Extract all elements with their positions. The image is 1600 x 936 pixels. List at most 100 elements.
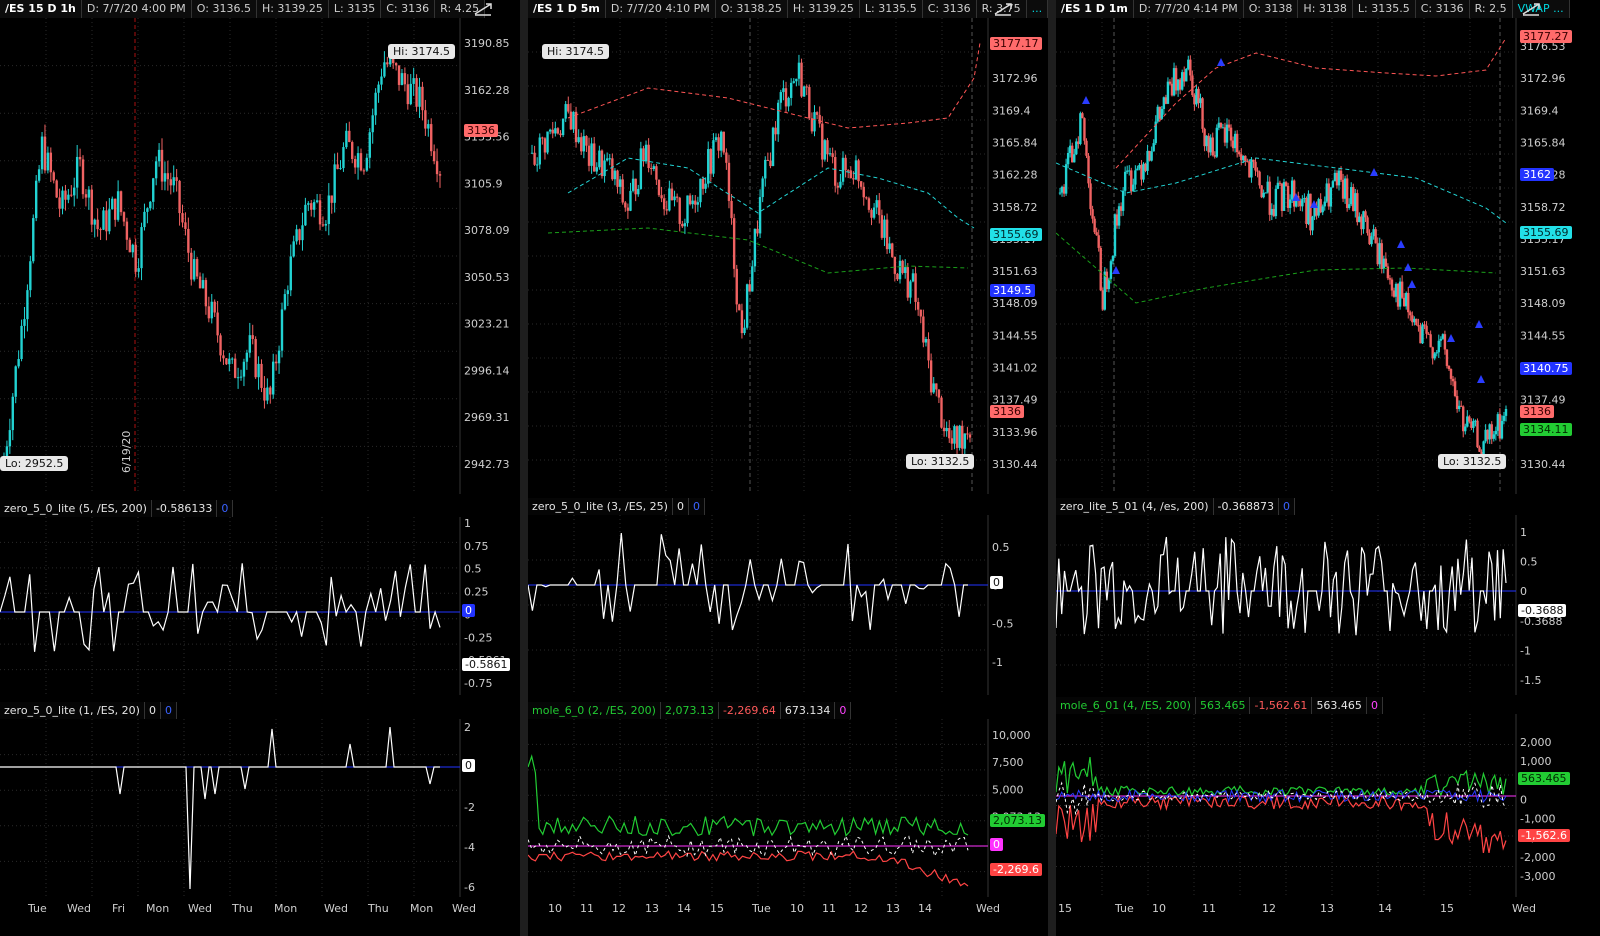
candle-body	[1064, 164, 1068, 194]
candle-body	[683, 223, 687, 227]
candle-body	[701, 178, 705, 189]
candle-body	[748, 284, 751, 292]
candle-body	[11, 396, 14, 431]
candle-body	[554, 128, 557, 134]
high-readout: H: 3139.25	[257, 0, 329, 18]
candle-body	[166, 173, 170, 180]
hi-label: Hi: 3174.5	[542, 44, 610, 59]
candle-body	[1400, 281, 1404, 298]
time-axis-label: 10	[790, 902, 804, 915]
price-tick-label: 0.25	[464, 586, 489, 599]
price-tag: 3177.17	[990, 37, 1042, 50]
candle-body	[841, 157, 845, 182]
value-tag: -0.3688	[1518, 604, 1567, 617]
signal-arrow-icon	[1217, 58, 1225, 66]
price-tag: 3162	[1520, 168, 1554, 181]
candle-body	[1256, 170, 1259, 172]
candle-body	[756, 228, 759, 234]
candle-body	[942, 427, 946, 432]
signal-arrow-icon	[1404, 263, 1412, 271]
candle-body	[901, 260, 904, 273]
candle-body	[657, 179, 661, 196]
candle-body	[61, 190, 64, 209]
indicator-name[interactable]: zero_5_0_lite (1, /ES, 20)	[0, 702, 145, 719]
candle-body	[409, 83, 412, 105]
candle-body	[717, 137, 720, 151]
time-axis-label: Wed	[324, 902, 348, 915]
candle-body	[704, 183, 707, 189]
price-tick-label: 2,000	[1520, 736, 1552, 749]
indicator-value: -0.586133	[152, 500, 218, 517]
open-readout: O: 3138.25	[716, 0, 788, 18]
candle-body	[1374, 229, 1377, 244]
indicator-name[interactable]: mole_6_0 (2, /ES, 200)	[528, 702, 661, 719]
candle-body	[1262, 192, 1265, 198]
indicator-name[interactable]: mole_6_01 (4, /ES, 200)	[1056, 697, 1196, 714]
time-axis-label: Mon	[274, 902, 298, 915]
candle-body	[932, 383, 935, 393]
price-chart-pane[interactable]: 3190.853162.283133.563105.93078.093050.5…	[0, 18, 520, 494]
candle-body	[377, 84, 380, 93]
candle-body	[1409, 312, 1412, 316]
candle-body	[272, 361, 275, 395]
panel-divider[interactable]	[1048, 0, 1056, 936]
drawing-tool-icon[interactable]	[472, 1, 494, 17]
price-tick-label: 3130.44	[992, 458, 1038, 471]
candle-body	[707, 149, 710, 184]
candle-body	[1258, 171, 1261, 186]
panel-divider[interactable]	[520, 0, 528, 936]
price-chart-pane[interactable]: 3176.533172.963169.43165.843162.283158.7…	[1056, 18, 1600, 494]
drawing-tool-icon[interactable]	[1520, 1, 1542, 17]
candle-body	[580, 137, 583, 152]
oscillator-pane[interactable]: 0.5 0 -0.5 -1	[528, 515, 1048, 695]
candle-body	[909, 281, 912, 298]
more-studies[interactable]: ...	[1027, 0, 1049, 18]
candle-body	[1423, 324, 1426, 326]
symbol-label[interactable]: /ES 1 D 5m	[528, 0, 606, 18]
candle-body	[567, 104, 570, 112]
candle-body	[1388, 278, 1392, 280]
oscillator-pane[interactable]: 1 0.75 0.5 0.25 0 -0.25 -0.5861 -0.75	[0, 517, 520, 695]
indicator-value-green: 2,073.13	[661, 702, 719, 719]
candle-body	[1089, 183, 1092, 210]
time-axis-label: 14	[677, 902, 691, 915]
indicator-name[interactable]: zero_5_0_lite (3, /ES, 25)	[528, 498, 673, 515]
vwap-line	[567, 157, 975, 229]
value-tag: -2,269.6	[990, 863, 1042, 876]
high-readout: H: 3139.25	[788, 0, 860, 18]
oscillator-pane[interactable]: 2 0 -2 -4 -6	[0, 719, 520, 897]
price-chart-pane[interactable]: 3176.533172.963169.43165.843162.283158.7…	[528, 18, 1048, 494]
candle-body	[945, 427, 948, 432]
candle-body	[1439, 338, 1443, 341]
candle-body	[228, 358, 231, 365]
candle-body	[1229, 127, 1233, 141]
indicator-header: zero_5_0_lite (5, /ES, 200) -0.586133 0	[0, 500, 234, 517]
candle-body	[1384, 258, 1388, 267]
indicator-name[interactable]: zero_lite_5_01 (4, /es, 200)	[1056, 498, 1214, 515]
symbol-label[interactable]: /ES 15 D 1h	[0, 0, 82, 18]
candle-body	[1453, 381, 1457, 397]
candle-body	[1081, 113, 1084, 119]
candle-body	[745, 284, 749, 328]
drawing-tool-icon[interactable]	[992, 1, 1014, 17]
candle-body	[87, 189, 91, 198]
candle-body	[766, 159, 770, 161]
symbol-label[interactable]: /ES 1 D 1m	[1056, 0, 1134, 18]
candle-body	[14, 366, 17, 397]
candle-body	[260, 363, 263, 388]
oscillator-pane[interactable]: 10,000 7,500 5,000 2,073.13 0 -2,269.6	[528, 719, 1048, 897]
price-tick-label: 3144.55	[992, 329, 1038, 342]
candle-body	[634, 178, 637, 195]
candle-body	[769, 160, 772, 167]
indicator-name[interactable]: zero_5_0_lite (5, /ES, 200)	[0, 500, 152, 517]
candle-body	[122, 212, 126, 222]
candle-body	[953, 426, 956, 444]
candle-body	[940, 397, 943, 428]
candle-body	[865, 197, 868, 199]
candle-body	[914, 273, 917, 302]
price-tick-label: 3050.53	[464, 271, 510, 284]
signal-arrow-icon	[1408, 280, 1416, 288]
oscillator-pane[interactable]: 2,000 1,000 563.465 0 -1,000 -1,562.6 -2,000 -3…	[1056, 714, 1600, 897]
candle-body	[655, 166, 658, 180]
candle-body	[315, 200, 319, 203]
